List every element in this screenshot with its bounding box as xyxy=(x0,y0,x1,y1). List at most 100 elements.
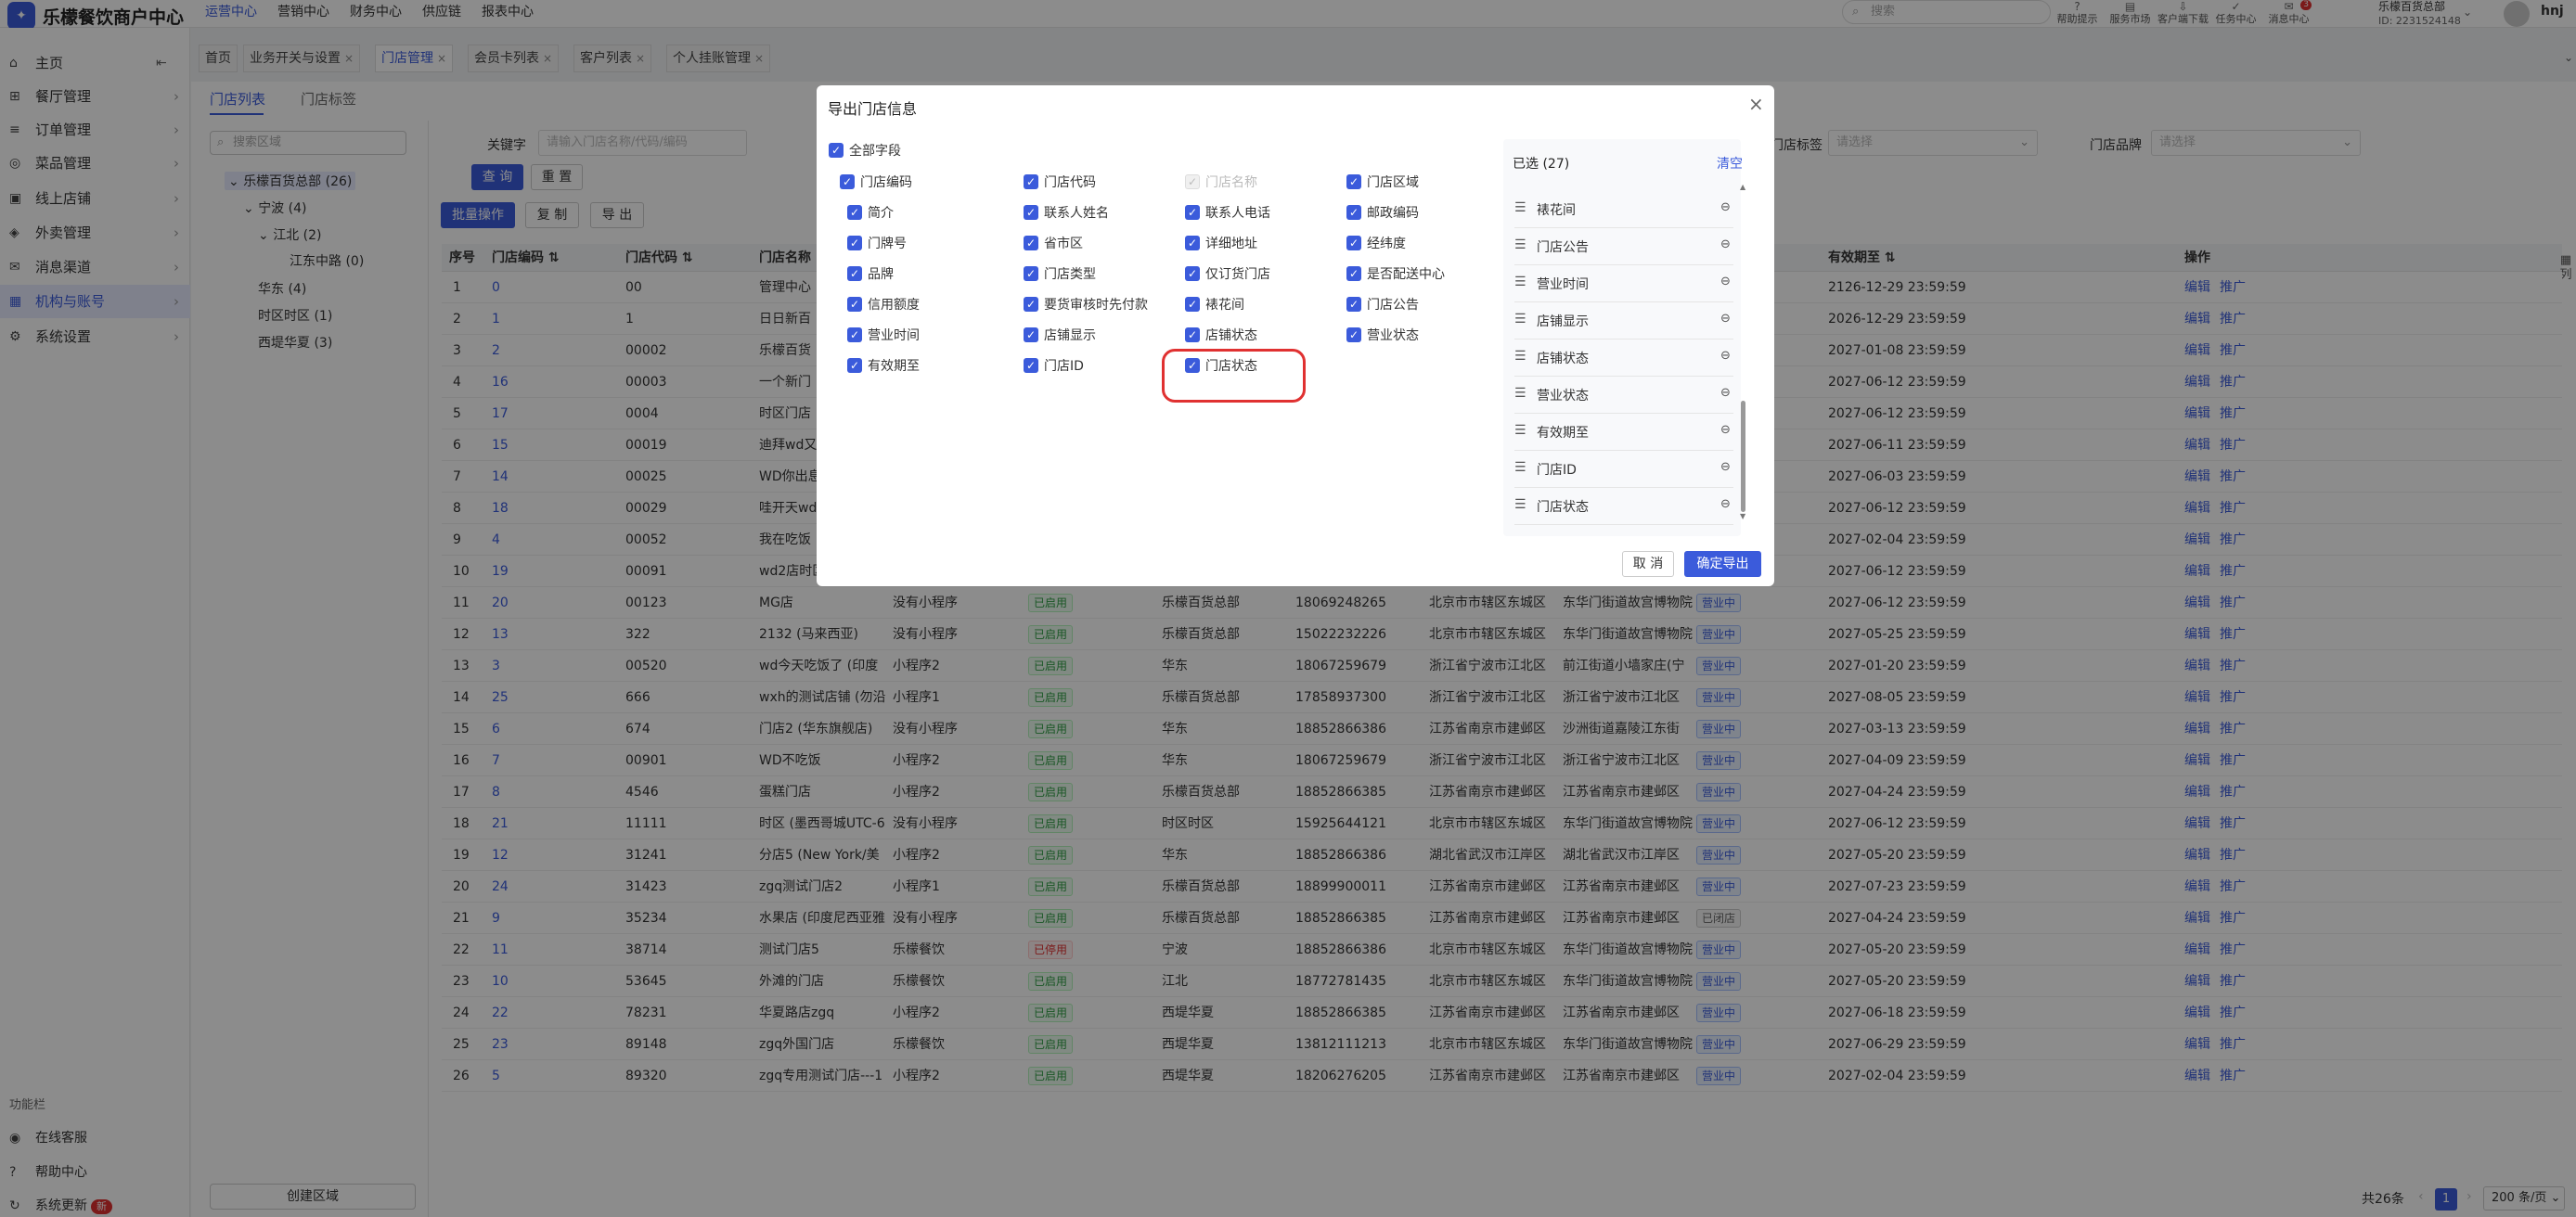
field-checkbox[interactable]: ✓ 信用额度 xyxy=(847,295,920,314)
drag-handle-icon[interactable]: ☰ xyxy=(1514,497,1526,512)
drag-handle-icon[interactable]: ☰ xyxy=(1514,312,1526,327)
field-checkbox[interactable]: ✓ 店铺状态 xyxy=(1185,326,1257,344)
remove-icon[interactable]: ⊖ xyxy=(1720,200,1731,214)
selected-field-label: 门店ID xyxy=(1537,463,1577,478)
checkbox-icon: ✓ xyxy=(1024,236,1038,250)
field-checkbox[interactable]: ✓ 省市区 xyxy=(1024,234,1083,252)
remove-icon[interactable]: ⊖ xyxy=(1720,237,1731,251)
drag-handle-icon[interactable]: ☰ xyxy=(1514,423,1526,438)
drag-handle-icon[interactable]: ☰ xyxy=(1514,200,1526,215)
remove-icon[interactable]: ⊖ xyxy=(1720,386,1731,400)
selected-field-item[interactable]: ☰ 门店ID ⊖ xyxy=(1514,451,1733,488)
selected-field-item[interactable]: ☰ 门店公告 ⊖ xyxy=(1514,228,1733,265)
remove-icon[interactable]: ⊖ xyxy=(1720,349,1731,363)
checkbox-label: 店铺显示 xyxy=(1044,328,1096,343)
field-checkbox[interactable]: ✓ 要货审核时先付款 xyxy=(1024,295,1148,314)
field-checkbox[interactable]: ✓ 有效期至 xyxy=(847,356,920,375)
field-checkbox[interactable]: ✓ 门牌号 xyxy=(847,234,907,252)
checkbox-label: 全部字段 xyxy=(849,144,901,159)
checkbox-label: 门店ID xyxy=(1044,359,1084,374)
selected-field-label: 营业状态 xyxy=(1537,389,1589,404)
drag-handle-icon[interactable]: ☰ xyxy=(1514,275,1526,289)
checkbox-icon: ✓ xyxy=(1185,266,1200,281)
field-checkbox[interactable]: ✓ 简介 xyxy=(847,203,894,222)
field-checkbox[interactable]: ✓ 营业时间 xyxy=(847,326,920,344)
selected-field-item[interactable]: ☰ 门店状态 ⊖ xyxy=(1514,488,1733,525)
checkbox-icon: ✓ xyxy=(847,358,862,373)
selected-field-item[interactable]: ☰ 裱花间 ⊖ xyxy=(1514,191,1733,228)
selected-field-label: 店铺显示 xyxy=(1537,314,1589,329)
scroll-up-icon[interactable]: ▲ xyxy=(1740,183,1745,191)
select-all-checkbox[interactable]: ✓ 全部字段 xyxy=(829,141,901,160)
checkbox-label: 邮政编码 xyxy=(1367,206,1419,221)
close-icon[interactable]: × xyxy=(1748,95,1764,113)
dialog-title: 导出门店信息 xyxy=(828,100,918,118)
checkbox-label: 裱花间 xyxy=(1205,298,1244,313)
checkbox-icon: ✓ xyxy=(1024,358,1038,373)
field-checkbox[interactable]: ✓ 门店编码 xyxy=(840,173,912,191)
checkbox-icon: ✓ xyxy=(1185,297,1200,312)
checkbox-label: 门店类型 xyxy=(1044,267,1096,282)
field-checkbox[interactable]: ✓ 联系人姓名 xyxy=(1024,203,1109,222)
checkbox-icon: ✓ xyxy=(847,327,862,342)
checkbox-icon: ✓ xyxy=(1024,327,1038,342)
annotation-highlight xyxy=(1162,349,1306,403)
field-checkbox[interactable]: ✓ 营业状态 xyxy=(1346,326,1419,344)
remove-icon[interactable]: ⊖ xyxy=(1720,497,1731,511)
scroll-down-icon[interactable]: ▼ xyxy=(1740,512,1745,520)
selected-field-label: 有效期至 xyxy=(1537,426,1589,441)
remove-icon[interactable]: ⊖ xyxy=(1720,275,1731,288)
checkbox-icon: ✓ xyxy=(847,236,862,250)
field-checkbox[interactable]: ✓ 门店公告 xyxy=(1346,295,1419,314)
scrollbar-thumb[interactable] xyxy=(1741,401,1745,512)
drag-handle-icon[interactable]: ☰ xyxy=(1514,349,1526,364)
checkbox-label: 省市区 xyxy=(1044,237,1083,251)
remove-icon[interactable]: ⊖ xyxy=(1720,312,1731,326)
selected-count: 已选 (27) xyxy=(1513,157,1570,172)
checkbox-icon: ✓ xyxy=(847,205,862,220)
remove-icon[interactable]: ⊖ xyxy=(1720,460,1731,474)
checkbox-icon: ✓ xyxy=(1185,174,1200,189)
field-checkbox[interactable]: ✓ 邮政编码 xyxy=(1346,203,1419,222)
checkbox-icon: ✓ xyxy=(1346,327,1361,342)
selected-field-item[interactable]: ☰ 营业状态 ⊖ xyxy=(1514,377,1733,414)
field-checkbox[interactable]: ✓ 店铺显示 xyxy=(1024,326,1096,344)
checkbox-label: 门店区域 xyxy=(1367,175,1419,190)
drag-handle-icon[interactable]: ☰ xyxy=(1514,460,1526,475)
checkbox-label: 门店代码 xyxy=(1044,175,1096,190)
selected-field-item[interactable]: ☰ 营业时间 ⊖ xyxy=(1514,265,1733,302)
checkbox-icon: ✓ xyxy=(1185,327,1200,342)
checkbox-icon: ✓ xyxy=(1024,266,1038,281)
checkbox-label: 营业时间 xyxy=(868,328,920,343)
selected-field-item[interactable]: ☰ 有效期至 ⊖ xyxy=(1514,414,1733,451)
clear-selected-button[interactable]: 清空 xyxy=(1717,154,1743,173)
cancel-button[interactable]: 取 消 xyxy=(1622,551,1674,577)
selected-field-item[interactable]: ☰ 店铺状态 ⊖ xyxy=(1514,339,1733,377)
field-checkbox[interactable]: ✓ 详细地址 xyxy=(1185,234,1257,252)
checkbox-icon: ✓ xyxy=(829,143,844,158)
field-checkbox[interactable]: ✓ 门店ID xyxy=(1024,356,1084,375)
field-checkbox[interactable]: ✓ 门店代码 xyxy=(1024,173,1096,191)
field-checkbox[interactable]: ✓ 品牌 xyxy=(847,264,894,283)
field-checkbox[interactable]: ✓ 仅订货门店 xyxy=(1185,264,1270,283)
checkbox-icon: ✓ xyxy=(1024,174,1038,189)
checkbox-icon: ✓ xyxy=(1024,297,1038,312)
checkbox-icon: ✓ xyxy=(840,174,855,189)
field-checkbox[interactable]: ✓ 经纬度 xyxy=(1346,234,1406,252)
field-checkbox[interactable]: ✓ 门店区域 xyxy=(1346,173,1419,191)
field-checkbox[interactable]: ✓ 裱花间 xyxy=(1185,295,1244,314)
drag-handle-icon[interactable]: ☰ xyxy=(1514,237,1526,252)
checkbox-label: 简介 xyxy=(868,206,894,221)
checkbox-icon: ✓ xyxy=(1346,174,1361,189)
selected-field-label: 店铺状态 xyxy=(1537,352,1589,366)
field-checkbox[interactable]: ✓ 是否配送中心 xyxy=(1346,264,1445,283)
checkbox-icon: ✓ xyxy=(1185,236,1200,250)
checkbox-label: 品牌 xyxy=(868,267,894,282)
checkbox-label: 门牌号 xyxy=(868,237,907,251)
selected-field-item[interactable]: ☰ 店铺显示 ⊖ xyxy=(1514,302,1733,339)
field-checkbox[interactable]: ✓ 联系人电话 xyxy=(1185,203,1270,222)
field-checkbox[interactable]: ✓ 门店类型 xyxy=(1024,264,1096,283)
confirm-export-button[interactable]: 确定导出 xyxy=(1684,551,1761,577)
drag-handle-icon[interactable]: ☰ xyxy=(1514,386,1526,401)
remove-icon[interactable]: ⊖ xyxy=(1720,423,1731,437)
